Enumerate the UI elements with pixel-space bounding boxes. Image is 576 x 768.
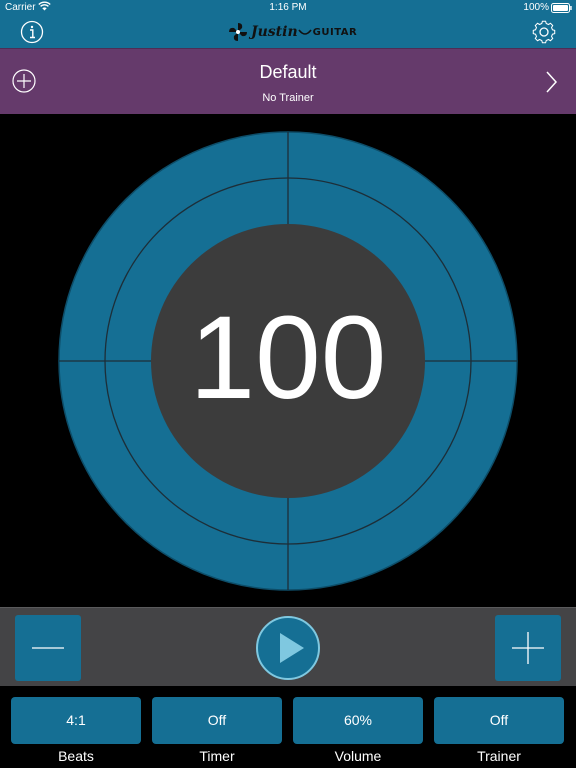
trainer-button[interactable]: Off: [434, 697, 564, 744]
justin-guitar-logo: Justin GUITAR: [228, 21, 357, 43]
next-preset-button[interactable]: [542, 69, 560, 95]
nav-bar: Justin GUITAR: [0, 16, 576, 48]
clock: 1:16 PM: [269, 2, 307, 13]
logo-word-text: GUITAR: [312, 26, 358, 38]
battery-percent: 100%: [523, 2, 549, 13]
settings-button[interactable]: [530, 18, 558, 46]
trainer-label: Trainer: [477, 748, 521, 764]
play-button[interactable]: [255, 615, 321, 681]
volume-button[interactable]: 60%: [293, 697, 423, 744]
dial-center: [151, 224, 425, 498]
preset-bar: Default No Trainer: [0, 48, 576, 114]
decrease-tempo-button[interactable]: [15, 615, 81, 681]
settings-row: 4:1 Beats Off Timer 60% Volume Off Train…: [0, 686, 576, 768]
logo-script-text: Justin: [251, 24, 298, 40]
logo-swoosh-icon: [298, 29, 312, 35]
battery-icon: [551, 3, 572, 16]
trainer-status: No Trainer: [262, 92, 314, 104]
timer-label: Timer: [199, 748, 235, 764]
metronome-dial[interactable]: [58, 131, 518, 591]
gear-icon: [532, 20, 556, 44]
info-icon: [20, 20, 44, 44]
status-bar: Carrier 1:16 PM 100%: [0, 0, 576, 16]
chevron-right-icon: [546, 71, 558, 93]
beats-button[interactable]: 4:1: [11, 697, 141, 744]
play-icon: [256, 616, 320, 680]
preset-name: Default: [259, 62, 317, 82]
volume-label: Volume: [334, 748, 382, 764]
info-button[interactable]: [20, 20, 44, 44]
tempo-control-bar: [0, 607, 576, 686]
beats-label: Beats: [58, 748, 94, 764]
increase-tempo-button[interactable]: [495, 615, 561, 681]
logo-mark-icon: [229, 23, 247, 41]
timer-button[interactable]: Off: [152, 697, 282, 744]
plus-icon: [512, 632, 544, 664]
minus-icon: [32, 647, 64, 649]
